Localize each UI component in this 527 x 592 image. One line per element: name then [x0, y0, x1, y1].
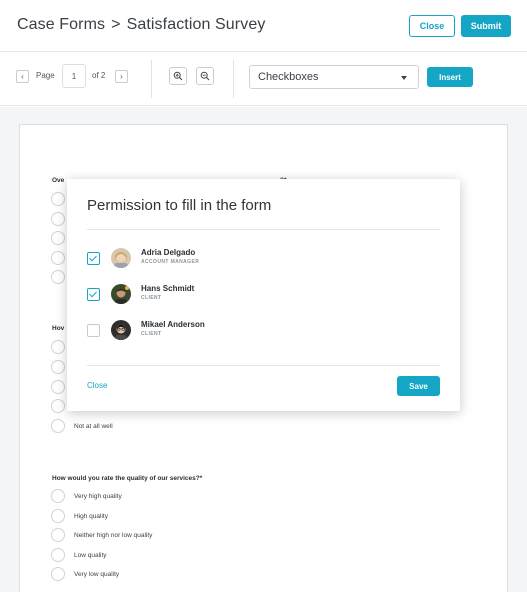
- dialog-title: Permission to fill in the form: [87, 197, 272, 214]
- breadcrumb-separator: >: [111, 16, 121, 33]
- radio-button[interactable]: [51, 419, 65, 433]
- next-page-button[interactable]: ›: [115, 70, 128, 83]
- zoom-in-icon: [173, 71, 183, 81]
- radio-option[interactable]: [51, 360, 65, 374]
- radio-button[interactable]: [51, 340, 65, 354]
- chevron-left-icon: ‹: [21, 72, 24, 81]
- radio-button[interactable]: [51, 192, 65, 206]
- person-role: CLIENT: [141, 331, 162, 337]
- radio-button[interactable]: [51, 489, 65, 503]
- option-label: Not at all well: [74, 422, 113, 430]
- insert-button[interactable]: Insert: [427, 67, 473, 87]
- caret-down-icon: [401, 76, 407, 80]
- radio-button[interactable]: [51, 548, 65, 562]
- radio-button[interactable]: [51, 231, 65, 245]
- question-3-label: How would you rate the quality of our se…: [52, 475, 203, 482]
- permission-row[interactable]: Mikael Anderson CLIENT: [87, 319, 407, 343]
- option-label: Low quality: [74, 551, 107, 559]
- radio-option[interactable]: [51, 380, 65, 394]
- radio-button[interactable]: [51, 509, 65, 523]
- breadcrumb: Case Forms > Satisfaction Survey: [17, 16, 265, 34]
- avatar: [111, 320, 131, 340]
- avatar: [111, 284, 131, 304]
- field-type-select[interactable]: Checkboxes: [249, 65, 419, 89]
- permission-checkbox[interactable]: [87, 288, 100, 301]
- radio-button[interactable]: [51, 212, 65, 226]
- close-button[interactable]: Close: [409, 15, 455, 37]
- person-role: ACCOUNT MANAGER: [141, 259, 200, 265]
- option-label: Very low quality: [74, 570, 120, 578]
- person-name: Mikael Anderson: [141, 320, 205, 329]
- option-label: High quality: [74, 512, 108, 520]
- page-total: of 2: [92, 71, 106, 80]
- radio-option[interactable]: [51, 192, 65, 206]
- radio-option[interactable]: [51, 270, 65, 284]
- radio-option[interactable]: [51, 251, 65, 265]
- person-role: CLIENT: [141, 295, 162, 301]
- radio-option[interactable]: Low quality: [51, 548, 107, 562]
- permission-checkbox[interactable]: [87, 324, 100, 337]
- radio-option[interactable]: [51, 212, 65, 226]
- question-1-visible-text: Ove: [52, 177, 65, 184]
- zoom-out-button[interactable]: [196, 67, 214, 85]
- radio-option[interactable]: Not at all well: [51, 419, 113, 433]
- radio-button[interactable]: [51, 528, 65, 542]
- dialog-divider: [87, 229, 440, 230]
- permission-dialog: Permission to fill in the form Adria Del…: [67, 179, 460, 411]
- radio-option[interactable]: [51, 231, 65, 245]
- radio-button[interactable]: [51, 567, 65, 581]
- radio-option[interactable]: [51, 399, 65, 413]
- page-title: Satisfaction Survey: [126, 16, 266, 33]
- avatar: [111, 248, 131, 268]
- radio-option[interactable]: High quality: [51, 509, 108, 523]
- dialog-divider: [87, 365, 440, 366]
- question-2-label: Hov: [52, 325, 65, 332]
- dialog-close-link[interactable]: Close: [87, 381, 107, 390]
- breadcrumb-parent[interactable]: Case Forms: [17, 16, 105, 33]
- question-1-label: Ove: [52, 177, 64, 184]
- radio-button[interactable]: [51, 399, 65, 413]
- toolbar-divider: [151, 60, 152, 98]
- zoom-in-button[interactable]: [169, 67, 187, 85]
- radio-option[interactable]: Very high quality: [51, 489, 122, 503]
- permission-row[interactable]: Hans Schmidt CLIENT: [87, 283, 407, 307]
- radio-option[interactable]: [51, 340, 65, 354]
- save-button[interactable]: Save: [397, 376, 440, 396]
- option-label: Very high quality: [74, 492, 122, 500]
- radio-button[interactable]: [51, 251, 65, 265]
- radio-button[interactable]: [51, 270, 65, 284]
- radio-option[interactable]: Neither high nor low quality: [51, 528, 152, 542]
- permission-row[interactable]: Adria Delgado ACCOUNT MANAGER: [87, 247, 407, 271]
- chevron-right-icon: ›: [120, 72, 123, 81]
- radio-option[interactable]: Very low quality: [51, 567, 119, 581]
- previous-page-button[interactable]: ‹: [16, 70, 29, 83]
- toolbar-divider: [233, 60, 234, 98]
- radio-button[interactable]: [51, 380, 65, 394]
- page-label: Page: [36, 71, 55, 80]
- option-label: Neither high nor low quality: [74, 531, 153, 539]
- person-name: Hans Schmidt: [141, 284, 195, 293]
- zoom-out-icon: [200, 71, 210, 81]
- permission-checkbox[interactable]: [87, 252, 100, 265]
- page-header: Case Forms > Satisfaction Survey Close Sub…: [0, 0, 527, 52]
- person-name: Adria Delgado: [141, 248, 196, 257]
- field-type-value: Checkboxes: [258, 71, 319, 83]
- editor-toolbar: ‹ Page 1 of 2 › Checkboxes Insert: [0, 53, 527, 106]
- radio-button[interactable]: [51, 360, 65, 374]
- submit-button[interactable]: Submit: [461, 15, 511, 37]
- page-number-input[interactable]: 1: [62, 64, 86, 88]
